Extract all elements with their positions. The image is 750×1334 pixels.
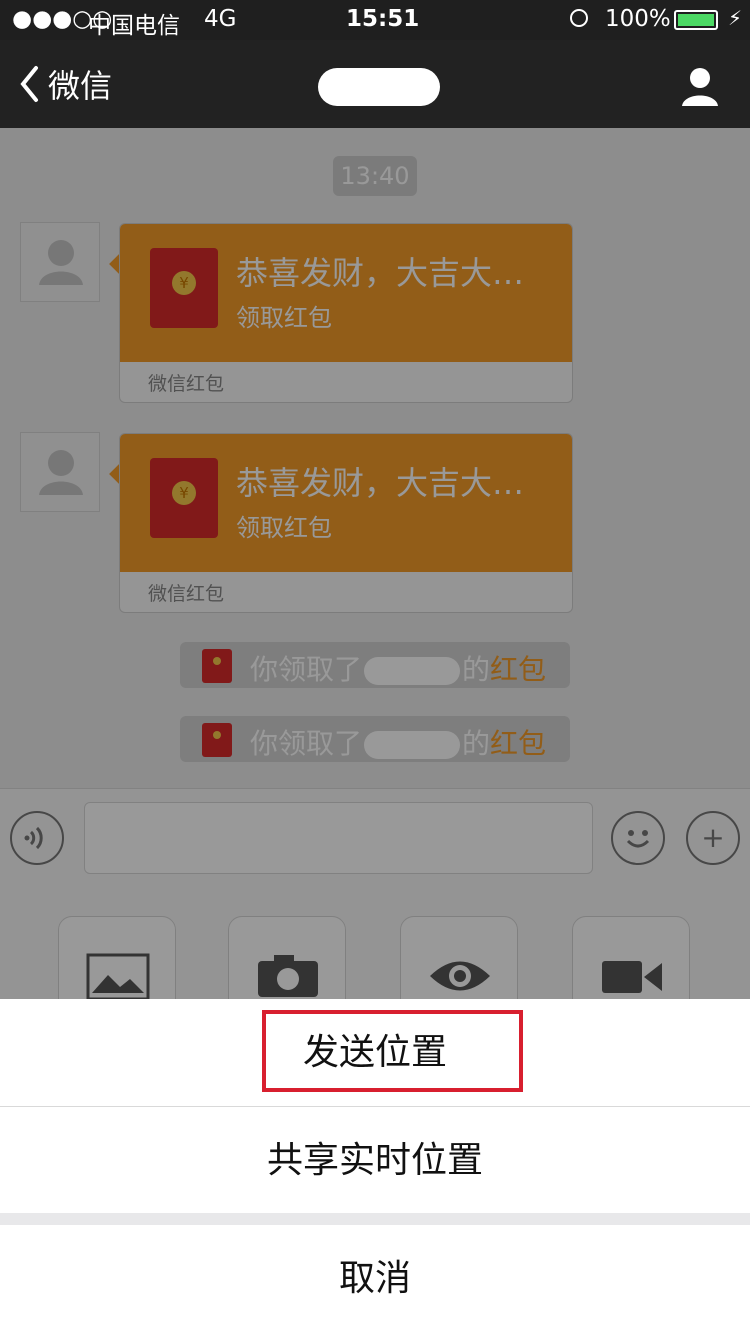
highlight-box xyxy=(262,1010,523,1092)
back-chevron-icon xyxy=(20,66,38,102)
location-action-sheet: 发送位置 共享实时位置 取消 xyxy=(0,999,750,1334)
redacted-chat-title xyxy=(318,68,440,106)
contact-profile-icon[interactable] xyxy=(678,64,722,108)
network-label: 4G xyxy=(204,6,237,32)
back-button[interactable]: 微信 xyxy=(18,62,112,106)
chat-navbar: 微信 xyxy=(0,40,750,128)
modal-overlay[interactable] xyxy=(0,128,750,999)
charging-icon: ⚡ xyxy=(728,6,743,30)
sheet-gap xyxy=(0,1213,750,1225)
carrier-label: 中国电信 xyxy=(88,13,180,39)
status-time: 15:51 xyxy=(346,6,420,32)
back-label: 微信 xyxy=(48,67,113,105)
cancel-button[interactable]: 取消 xyxy=(0,1225,750,1333)
status-bar: ●●●○○ 中国电信 4G 15:51 100% ⚡ xyxy=(0,0,750,40)
share-live-location-option[interactable]: 共享实时位置 xyxy=(0,1107,750,1215)
battery-percentage: 100% xyxy=(605,6,671,32)
battery-icon xyxy=(674,10,718,30)
lock-rotation-icon xyxy=(570,9,588,27)
